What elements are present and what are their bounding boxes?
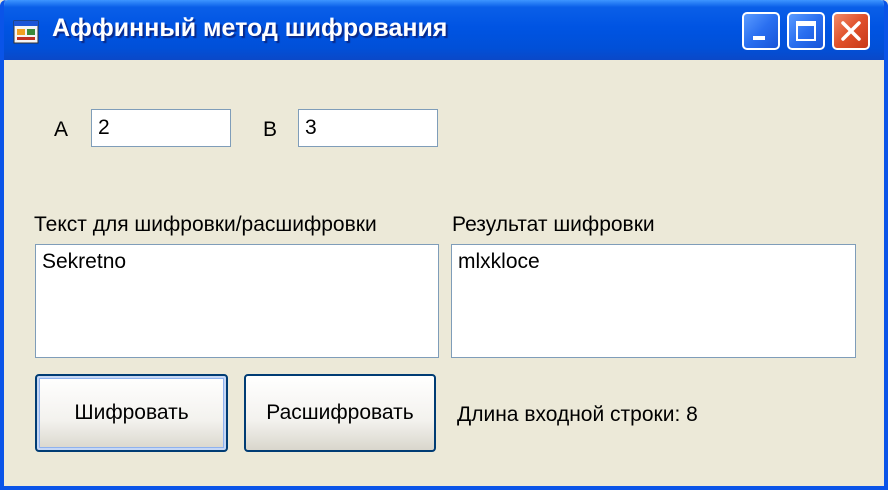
encrypt-button[interactable]: Шифровать [35,374,228,452]
maximize-button[interactable] [787,12,825,50]
param-a-label: A [54,118,69,141]
app-window-icon[interactable] [13,20,39,44]
close-button[interactable] [832,12,870,50]
input-textarea[interactable]: Sekretno [35,244,439,358]
close-icon [841,21,861,41]
window-title: Аффинный метод шифрования [52,14,448,42]
input-text-label: Текст для шифровки/расшифровки [34,213,377,236]
param-b-label: B [263,118,278,141]
param-a-input[interactable] [91,109,231,147]
main-window: Аффинный метод шифрования A B Текст для … [0,0,888,490]
title-bar[interactable]: Аффинный метод шифрования [4,0,884,60]
decrypt-button[interactable]: Расшифровать [244,374,436,452]
param-b-input[interactable] [298,109,438,147]
result-textarea[interactable]: mlxkloce [451,244,856,358]
minimize-icon [753,36,765,40]
maximize-icon [796,21,816,41]
minimize-button[interactable] [742,12,780,50]
result-label: Результат шифровки [452,213,655,236]
input-length-status: Длина входной строки: 8 [457,403,698,426]
